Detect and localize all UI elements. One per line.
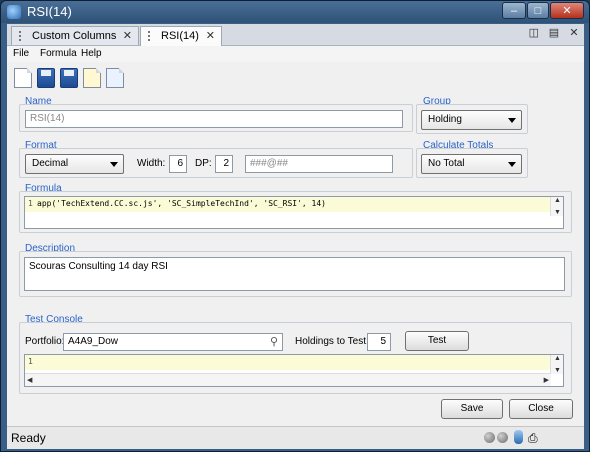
portfolio-value: A4A9_Dow [68, 336, 119, 347]
tab-label: Custom Columns [32, 30, 117, 42]
console-editor[interactable]: 1 ▲ ▼ ◀ ▶ [24, 354, 564, 387]
chevron-down-icon [110, 162, 118, 167]
toolbar [7, 64, 584, 92]
chevron-down-icon [508, 118, 516, 123]
app-window: RSI(14) – □ ✕ Custom Columns ✕ RSI(14) ✕… [0, 0, 590, 452]
formula-editor[interactable]: 1 app('TechExtend.CC.sc.js', 'SC_SimpleT… [24, 196, 564, 229]
status-light-icon [497, 432, 508, 443]
new-document-icon[interactable] [14, 68, 32, 88]
printer-icon[interactable]: ⎙ [528, 431, 538, 446]
menu-bar: File Formula Help [7, 46, 584, 62]
grip-icon [148, 31, 152, 41]
horizontal-scrollbar[interactable]: ◀ ▶ [25, 373, 551, 386]
status-bar: Ready ⎙ [7, 426, 584, 449]
dp-label: DP: [195, 158, 212, 169]
width-label: Width: [137, 158, 166, 169]
menu-file[interactable]: File [13, 48, 29, 59]
width-field[interactable]: 6 [169, 155, 187, 173]
maximize-button[interactable]: □ [527, 2, 549, 19]
menu-help[interactable]: Help [81, 48, 102, 59]
status-text: Ready [11, 431, 46, 445]
totals-select-value: No Total [428, 158, 465, 169]
scroll-down-icon[interactable]: ▼ [554, 367, 561, 374]
portfolio-label: Portfolio: [25, 336, 65, 347]
scroll-up-icon[interactable]: ▲ [554, 197, 561, 204]
search-icon[interactable]: ⚲ [270, 334, 278, 350]
scroll-left-icon[interactable]: ◀ [27, 376, 32, 384]
client-area: Custom Columns ✕ RSI(14) ✕ ◫ ▤ ✕ File Fo… [7, 24, 584, 449]
name-field[interactable]: RSI(14) [25, 110, 403, 128]
description-field[interactable]: Scouras Consulting 14 day RSI [24, 257, 565, 291]
mask-field[interactable]: ###@## [245, 155, 393, 173]
window-list-icon[interactable]: ▤ [548, 27, 560, 39]
line-number: 1 [28, 357, 33, 366]
restore-icon[interactable]: ◫ [528, 27, 540, 39]
vertical-scrollbar[interactable]: ▲ ▼ [550, 355, 563, 374]
format-select-value: Decimal [32, 158, 69, 169]
vertical-scrollbar[interactable]: ▲ ▼ [550, 197, 563, 216]
tab-rsi[interactable]: RSI(14) ✕ [140, 26, 222, 46]
dp-field[interactable]: 2 [215, 155, 233, 173]
menu-formula[interactable]: Formula [40, 48, 77, 59]
portfolio-field[interactable]: A4A9_Dow ⚲ [63, 333, 283, 351]
window-title: RSI(14) [27, 4, 72, 19]
save-as-icon[interactable] [60, 68, 78, 88]
scroll-right-icon[interactable]: ▶ [544, 376, 549, 384]
holdings-label: Holdings to Test: [295, 336, 369, 347]
grip-icon [19, 31, 23, 41]
tab-close-icon[interactable]: ✕ [206, 27, 215, 45]
add-icon[interactable] [83, 68, 101, 88]
line-number: 1 [28, 199, 33, 208]
save-icon[interactable] [37, 68, 55, 88]
status-light-icon [484, 432, 495, 443]
save-button[interactable]: Save [441, 399, 503, 419]
tab-label: RSI(14) [161, 30, 199, 42]
console-line [25, 355, 551, 370]
title-bar: RSI(14) – □ ✕ [1, 1, 589, 23]
minimize-button[interactable]: – [502, 2, 526, 19]
tab-custom-columns[interactable]: Custom Columns ✕ [11, 26, 139, 45]
tab-tools: ◫ ▤ ✕ [523, 27, 580, 39]
scroll-up-icon[interactable]: ▲ [554, 355, 561, 362]
group-select[interactable]: Holding [421, 110, 522, 130]
close-window-button[interactable]: ✕ [550, 2, 584, 19]
holdings-field[interactable]: 5 [367, 333, 391, 351]
export-icon[interactable] [106, 68, 124, 88]
test-button[interactable]: Test [405, 331, 469, 351]
connection-icon [514, 430, 523, 444]
scroll-down-icon[interactable]: ▼ [554, 209, 561, 216]
close-button[interactable]: Close [509, 399, 573, 419]
close-icon[interactable]: ✕ [568, 27, 580, 39]
format-select[interactable]: Decimal [25, 154, 124, 174]
group-select-value: Holding [428, 114, 462, 125]
chevron-down-icon [508, 162, 516, 167]
totals-select[interactable]: No Total [421, 154, 522, 174]
tab-strip: Custom Columns ✕ RSI(14) ✕ ◫ ▤ ✕ [7, 24, 584, 46]
formula-code: app('TechExtend.CC.sc.js', 'SC_SimpleTec… [37, 199, 326, 208]
tab-close-icon[interactable]: ✕ [123, 27, 132, 45]
app-icon [7, 5, 21, 19]
